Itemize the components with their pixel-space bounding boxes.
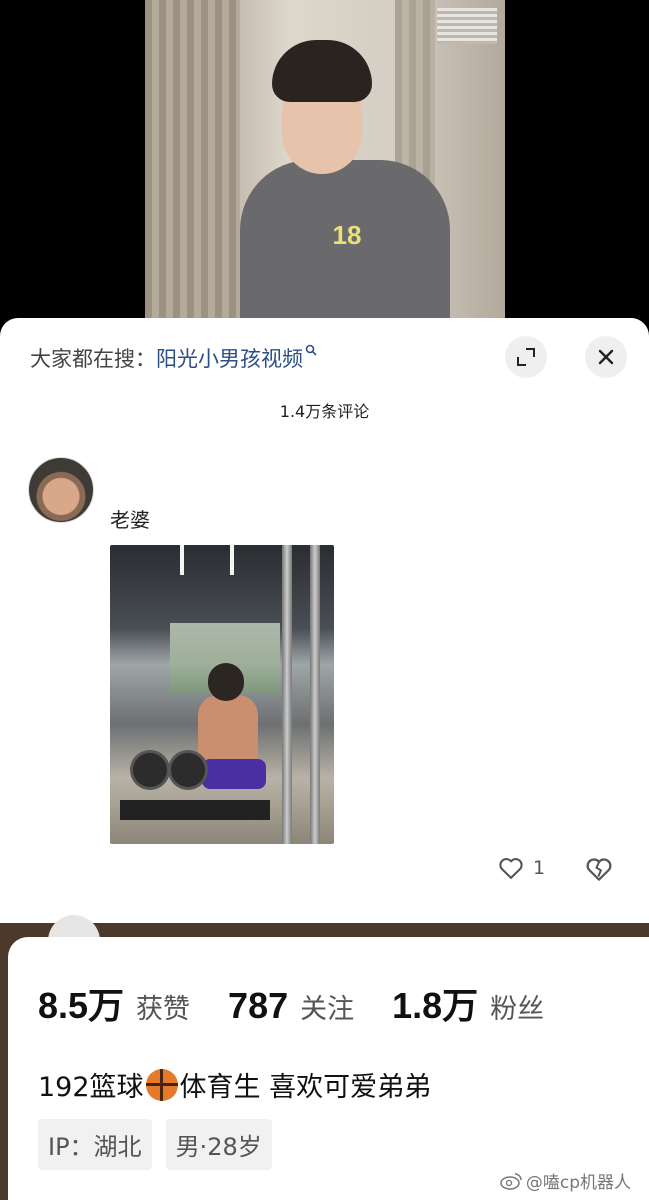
curtain-left xyxy=(145,0,240,340)
video-person: 18 xyxy=(240,40,450,340)
basketball-icon xyxy=(145,1068,178,1101)
close-button[interactable] xyxy=(585,336,627,378)
dumbbell xyxy=(168,750,208,790)
profile-stats: 8.5万 获赞 787 关注 1.8万 粉丝 xyxy=(38,977,544,1029)
close-icon xyxy=(598,349,614,365)
expand-icon xyxy=(517,348,535,366)
trending-search-prefix: 大家都在搜： xyxy=(30,347,156,371)
bio-text-part2: 体育生 喜欢可爱弟弟 xyxy=(179,1072,432,1103)
profile-bio: 192篮球 体育生 喜欢可爱弟弟 xyxy=(38,1065,431,1104)
man-torso xyxy=(198,695,258,765)
comment-avatar[interactable] xyxy=(28,457,94,523)
stat-followers[interactable]: 1.8万 粉丝 xyxy=(392,977,544,1029)
watermark-text: @嗑cp机器人 xyxy=(525,1173,631,1193)
comment-sheet: 大家都在搜： 阳光小男孩视频 1.4万条评论 老婆 1 xyxy=(0,318,649,928)
expand-button[interactable] xyxy=(505,336,547,378)
comment-text: 老婆 xyxy=(110,508,150,532)
video-player[interactable]: 18 xyxy=(0,0,649,340)
search-icon xyxy=(305,344,317,360)
broken-heart-icon xyxy=(586,858,612,881)
stat-likes[interactable]: 8.5万 获赞 xyxy=(38,977,190,1029)
comment-image[interactable] xyxy=(110,545,334,844)
video-frame: 18 xyxy=(145,0,505,340)
stat-likes-value: 8.5万 xyxy=(38,985,125,1026)
stat-following-label: 关注 xyxy=(300,994,355,1025)
stat-following[interactable]: 787 关注 xyxy=(228,985,354,1027)
profile-card: 8.5万 获赞 787 关注 1.8万 粉丝 192篮球 体育生 喜欢可爱弟弟 IP：… xyxy=(8,937,649,1200)
ceiling-light xyxy=(230,545,234,575)
person-hair xyxy=(272,40,372,102)
bio-text-part1: 192篮球 xyxy=(38,1072,144,1103)
gym-bench xyxy=(120,800,270,820)
watermark: @嗑cp机器人 xyxy=(500,1168,631,1193)
ceiling-light xyxy=(180,545,184,575)
rack-pole xyxy=(282,545,292,844)
shirt-print: 18 xyxy=(332,220,362,250)
stat-followers-value: 1.8万 xyxy=(392,985,479,1026)
like-button[interactable]: 1 xyxy=(497,854,545,882)
like-count: 1 xyxy=(533,857,546,879)
man-shorts xyxy=(202,759,266,789)
profile-tags: IP：湖北 男·28岁 xyxy=(38,1119,286,1170)
comment-count: 1.4万条评论 xyxy=(279,402,370,421)
dislike-button[interactable] xyxy=(584,854,614,884)
man-head xyxy=(208,663,244,701)
stat-followers-label: 粉丝 xyxy=(490,994,545,1025)
weibo-icon xyxy=(500,1172,522,1190)
dumbbell xyxy=(130,750,170,790)
trending-search[interactable]: 大家都在搜： 阳光小男孩视频 xyxy=(30,338,317,378)
air-vent xyxy=(437,8,497,44)
stat-following-value: 787 xyxy=(228,985,289,1026)
rack-pole xyxy=(310,545,320,844)
heart-icon xyxy=(499,858,523,879)
trending-search-term[interactable]: 阳光小男孩视频 xyxy=(156,343,303,373)
gender-age-tag: 男·28岁 xyxy=(165,1119,272,1170)
stat-likes-label: 获赞 xyxy=(136,994,191,1025)
ip-location-tag: IP：湖北 xyxy=(38,1119,152,1170)
